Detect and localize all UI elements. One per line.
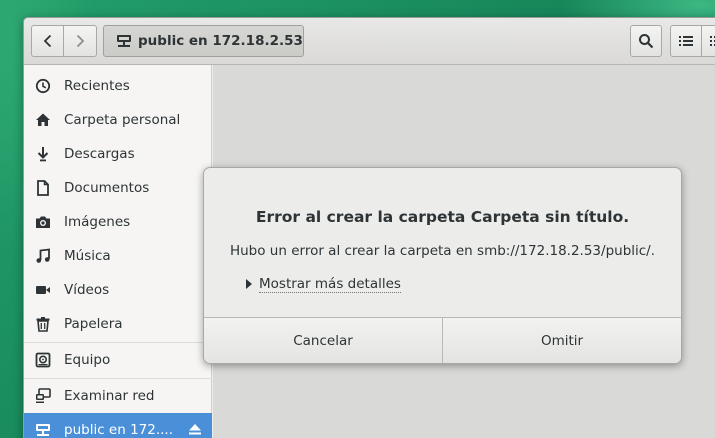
download-icon xyxy=(35,146,51,162)
sidebar-item-label: Recientes xyxy=(64,78,130,94)
error-dialog: Error al crear la carpeta Carpeta sin tí… xyxy=(203,167,682,364)
drive-icon xyxy=(35,352,51,368)
sidebar-item-videos[interactable]: Vídeos xyxy=(24,273,212,307)
sidebar-item-label: Música xyxy=(64,248,111,264)
network-icon xyxy=(35,388,51,404)
eject-icon[interactable] xyxy=(188,422,202,438)
sidebar-item-label: Equipo xyxy=(64,352,111,368)
skip-button[interactable]: Omitir xyxy=(442,318,681,363)
sidebar-item-label: Examinar red xyxy=(64,388,155,404)
document-icon xyxy=(35,180,51,196)
sidebar-item-public-share[interactable]: public en 172.... xyxy=(24,413,212,438)
sidebar-item-label: Papelera xyxy=(64,316,123,332)
view-options-button[interactable] xyxy=(701,25,715,57)
trash-icon xyxy=(35,316,51,332)
video-icon xyxy=(35,282,51,298)
forward-button[interactable] xyxy=(63,25,97,57)
chevron-right-icon xyxy=(76,34,85,48)
back-button[interactable] xyxy=(31,25,64,57)
dialog-actions: Cancelar Omitir xyxy=(204,317,681,363)
sidebar-item-label: Vídeos xyxy=(64,282,110,298)
sidebar-item-recientes[interactable]: Recientes xyxy=(24,69,212,103)
sidebar-item-papelera[interactable]: Papelera xyxy=(24,307,212,341)
music-icon xyxy=(35,248,51,264)
home-icon xyxy=(35,112,51,128)
path-bar-button[interactable]: public en 172.18.2.53 xyxy=(103,25,304,57)
sidebar-item-documentos[interactable]: Documentos xyxy=(24,171,212,205)
sidebar-item-label: Descargas xyxy=(64,146,135,162)
details-expander[interactable]: Mostrar más detalles xyxy=(246,276,401,293)
search-icon xyxy=(639,34,654,49)
sidebar-item-imagenes[interactable]: Imágenes xyxy=(24,205,212,239)
network-share-icon xyxy=(117,35,131,47)
dialog-message: Hubo un error al crear la carpeta en smb… xyxy=(229,243,656,259)
sidebar-item-label: Documentos xyxy=(64,180,150,196)
sidebar-item-label: Imágenes xyxy=(64,214,131,230)
search-button[interactable] xyxy=(630,25,662,57)
sidebar-item-label: Carpeta personal xyxy=(64,112,181,128)
clock-icon xyxy=(35,78,51,94)
places-sidebar: Recientes Carpeta personal Descargas Doc… xyxy=(24,65,212,438)
path-label: public en 172.18.2.53 xyxy=(138,33,303,49)
list-view-button[interactable] xyxy=(670,25,702,57)
sidebar-item-equipo[interactable]: Equipo xyxy=(24,343,212,377)
sidebar-item-examinar-red[interactable]: Examinar red xyxy=(24,379,212,413)
expander-label: Mostrar más detalles xyxy=(259,276,401,293)
navigation-buttons xyxy=(31,25,97,57)
sidebar-item-carpeta-personal[interactable]: Carpeta personal xyxy=(24,103,212,137)
dialog-title: Error al crear la carpeta Carpeta sin tí… xyxy=(255,208,630,226)
network-share-icon xyxy=(35,422,51,438)
header-bar: public en 172.18.2.53 xyxy=(24,18,715,65)
chevron-left-icon xyxy=(43,34,51,48)
sidebar-item-descargas[interactable]: Descargas xyxy=(24,137,212,171)
camera-icon xyxy=(35,214,51,230)
list-icon xyxy=(679,36,693,46)
sidebar-item-musica[interactable]: Música xyxy=(24,239,212,273)
expander-arrow-icon xyxy=(246,277,252,293)
sidebar-item-label: public en 172.... xyxy=(64,422,173,438)
cancel-button[interactable]: Cancelar xyxy=(204,318,442,363)
list-options-icon xyxy=(710,36,715,46)
